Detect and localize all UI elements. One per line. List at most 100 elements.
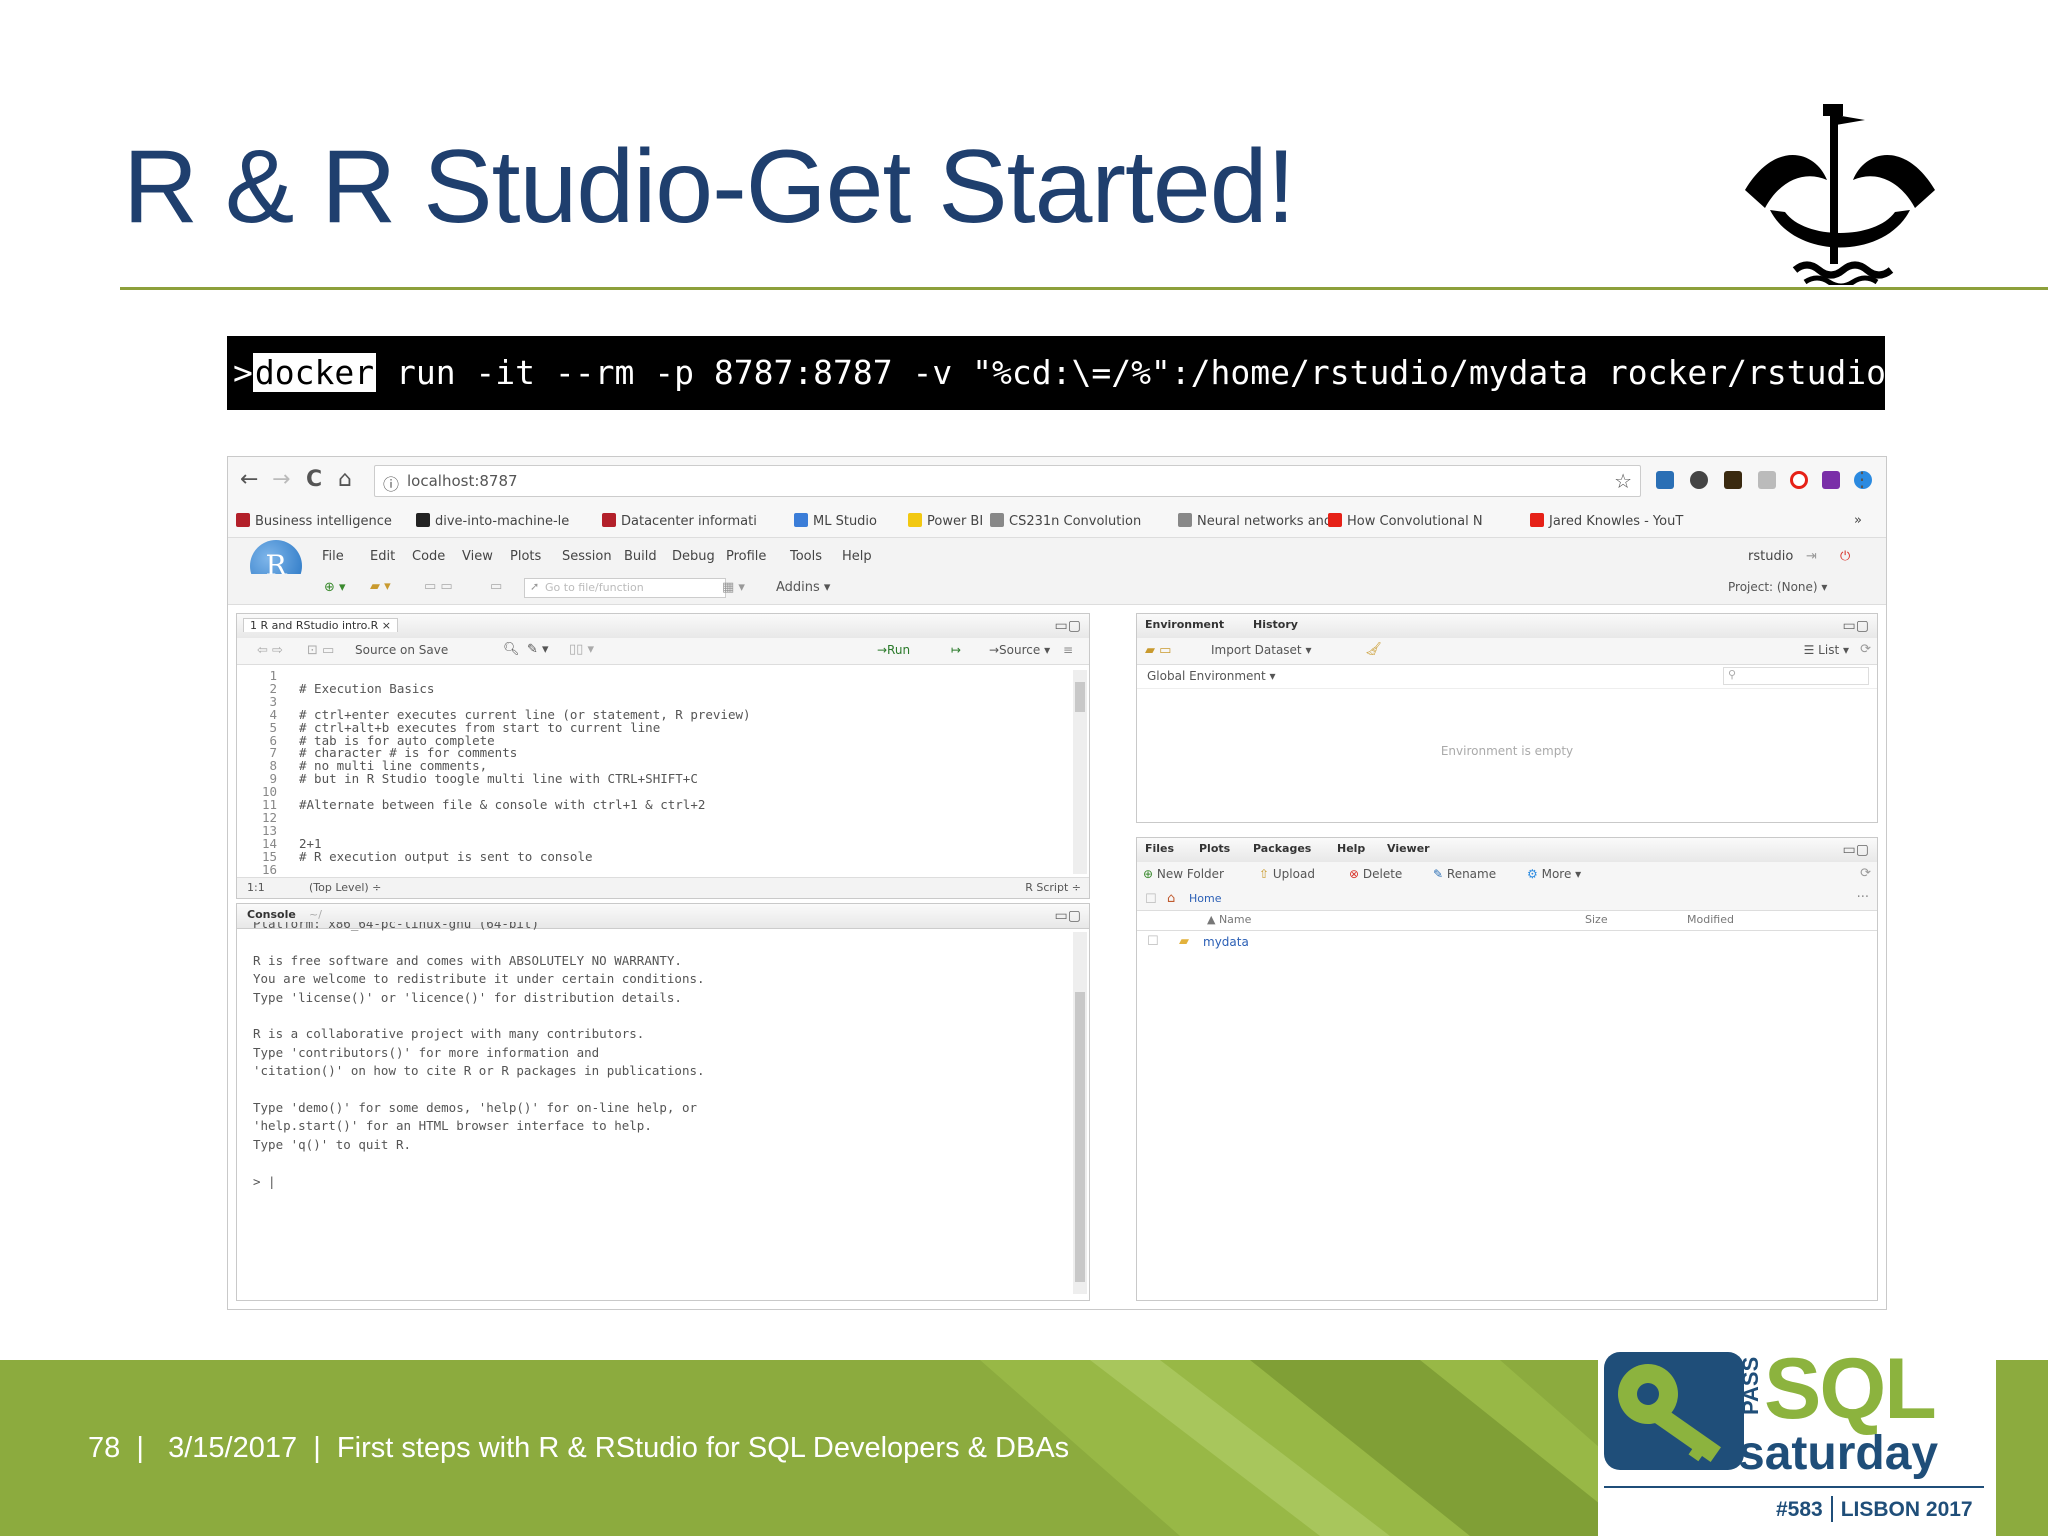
menu-item-plots[interactable]: Plots	[510, 549, 541, 564]
rename-button[interactable]: ✎ Rename	[1433, 867, 1496, 881]
browser-menu-icon[interactable]: ⋮	[1852, 467, 1872, 491]
bookmark-item[interactable]: How Convolutional N	[1328, 513, 1483, 529]
bookmark-star-icon[interactable]: ☆	[1614, 469, 1632, 493]
home-button[interactable]: ⌂	[338, 467, 352, 492]
bookmark-item[interactable]: Power BI	[908, 513, 983, 529]
document-outline-icon[interactable]: ≡	[1063, 643, 1073, 657]
tab-viewer[interactable]: Viewer	[1387, 842, 1430, 855]
rerun-icon[interactable]: ↦	[951, 643, 961, 657]
upload-button[interactable]: ⇧ Upload	[1259, 867, 1315, 881]
tab-plots[interactable]: Plots	[1199, 842, 1230, 855]
signout-icon[interactable]: ⇥	[1806, 549, 1817, 564]
scope-indicator[interactable]: (Top Level) ÷	[309, 881, 381, 894]
home-icon[interactable]: ⌂	[1167, 891, 1175, 906]
menu-item-view[interactable]: View	[462, 549, 493, 564]
clear-workspace-icon[interactable]: 🧹︎	[1365, 642, 1382, 657]
editor-scrollbar[interactable]	[1073, 670, 1087, 874]
env-search-input[interactable]: ⚲	[1723, 667, 1869, 685]
tab-console[interactable]: Console	[247, 908, 296, 921]
tab-history[interactable]: History	[1253, 618, 1298, 631]
pane-minmax-icon[interactable]: ▭▢	[1055, 618, 1081, 634]
menu-item-code[interactable]: Code	[412, 549, 445, 564]
bookmark-item[interactable]: dive-into-machine-le	[416, 513, 569, 529]
refresh-icon[interactable]: ⟳	[1860, 866, 1871, 881]
menu-item-file[interactable]: File	[322, 549, 344, 564]
bookmark-item[interactable]: Business intelligence	[236, 513, 392, 529]
list-view-menu[interactable]: ☰ List ▾	[1804, 643, 1849, 657]
col-modified[interactable]: Modified	[1687, 913, 1734, 926]
import-dataset-menu[interactable]: Import Dataset ▾	[1211, 643, 1311, 657]
extension-icon[interactable]	[1724, 471, 1742, 489]
menu-item-edit[interactable]: Edit	[370, 549, 395, 564]
print-icon[interactable]: ▭	[490, 579, 502, 594]
source-on-save-checkbox[interactable]: Source on Save	[355, 643, 448, 657]
save-icon[interactable]: ▭ ▭	[424, 579, 453, 594]
file-name-link[interactable]: mydata	[1203, 935, 1249, 949]
addins-menu[interactable]: Addins ▾	[776, 580, 830, 595]
goto-file-input[interactable]: Go to file/function	[524, 578, 726, 598]
new-folder-button[interactable]: ⊕ New Folder	[1143, 867, 1224, 881]
tab-packages[interactable]: Packages	[1253, 842, 1311, 855]
global-env-menu[interactable]: Global Environment ▾	[1147, 669, 1276, 683]
source-button[interactable]: →Source ▾	[989, 643, 1050, 657]
code-tools-icon[interactable]: ✎ ▾	[527, 642, 549, 657]
new-file-icon[interactable]: ⊕ ▾	[324, 580, 346, 595]
bookmark-label: Neural networks and	[1197, 514, 1333, 529]
run-button[interactable]: →Run	[877, 643, 910, 657]
file-type-indicator[interactable]: R Script ÷	[1025, 881, 1081, 894]
quit-session-icon[interactable]: ⏻	[1840, 549, 1850, 564]
menu-item-build[interactable]: Build	[624, 549, 657, 564]
delete-button[interactable]: ⊗ Delete	[1349, 867, 1402, 881]
more-path-icon[interactable]: ···	[1857, 890, 1869, 905]
extension-icon[interactable]	[1886, 471, 1887, 489]
breadcrumb-home[interactable]: Home	[1189, 892, 1221, 905]
url-input[interactable]: ⓘ localhost:8787 ☆	[374, 465, 1641, 497]
pass-label: PASS	[1738, 1356, 1763, 1416]
bookmark-item[interactable]: CS231n Convolution	[990, 513, 1141, 529]
bookmark-item[interactable]: Neural networks and	[1178, 513, 1332, 529]
code-editor[interactable]: 1 2 # Execution Basics 3 4 # ctrl+enter execu…	[237, 666, 1067, 877]
load-workspace-icon[interactable]: ▰ ▭	[1145, 643, 1171, 658]
col-size[interactable]: Size	[1585, 913, 1608, 926]
refresh-icon[interactable]: ⟳	[1860, 642, 1871, 657]
extension-icon[interactable]	[1656, 471, 1674, 489]
opera-icon[interactable]	[1790, 471, 1808, 489]
project-menu[interactable]: Project: (None) ▾	[1728, 580, 1827, 594]
search-icon[interactable]: 🔍︎	[503, 642, 520, 657]
pane-minmax-icon[interactable]: ▭▢	[1843, 618, 1869, 634]
tab-environment[interactable]: Environment	[1145, 618, 1224, 631]
tab-help[interactable]: Help	[1337, 842, 1365, 855]
bookmark-item[interactable]: Jared Knowles - YouT	[1530, 513, 1683, 529]
menu-item-tools[interactable]: Tools	[790, 549, 822, 564]
open-project-icon[interactable]: ▰ ▾	[370, 579, 391, 594]
bookmark-item[interactable]: ML Studio	[794, 513, 877, 529]
forward-button[interactable]: →	[272, 467, 290, 492]
extension-icon[interactable]	[1758, 471, 1776, 489]
menu-item-help[interactable]: Help	[842, 549, 872, 564]
back-forward-icon[interactable]: ⇦ ⇨	[257, 643, 283, 658]
back-button[interactable]: ←	[240, 467, 258, 492]
pane-minmax-icon[interactable]: ▭▢	[1055, 908, 1081, 924]
reload-button[interactable]: C	[306, 467, 322, 492]
more-button[interactable]: ⚙ More ▾	[1527, 867, 1581, 881]
console-scrollbar[interactable]	[1073, 932, 1087, 1294]
show-in-window-icon[interactable]: ⊡ ▭	[307, 643, 334, 658]
pane-minmax-icon[interactable]: ▭▢	[1843, 842, 1869, 858]
menu-item-debug[interactable]: Debug	[672, 549, 715, 564]
workspace-panes-icon[interactable]: ▦ ▾	[722, 580, 745, 595]
source-pane: 1 R and RStudio intro.R × ▭▢ ⇦ ⇨ ⊡ ▭ Sou…	[236, 613, 1090, 899]
row-checkbox[interactable]: ☐	[1147, 934, 1159, 949]
bookmarks-more-icon[interactable]: »	[1854, 513, 1862, 528]
onenote-icon[interactable]	[1822, 471, 1840, 489]
menu-item-profile[interactable]: Profile	[726, 549, 766, 564]
compile-report-icon[interactable]: ▯▯ ▾	[569, 642, 594, 657]
tab-files[interactable]: Files	[1145, 842, 1174, 855]
menu-item-session[interactable]: Session	[562, 549, 612, 564]
bookmark-item[interactable]: Datacenter informati	[602, 513, 757, 529]
col-name[interactable]: ▲ Name	[1207, 913, 1251, 926]
gear-extension-icon[interactable]	[1690, 471, 1708, 489]
console-output[interactable]: Platform: x86_64-pc-linux-gnu (64-bit) R …	[253, 922, 1053, 1292]
table-row[interactable]: ☐ ▰ mydata	[1137, 932, 1877, 954]
select-all-checkbox[interactable]: ☐	[1145, 892, 1157, 907]
tab-source-file[interactable]: 1 R and RStudio intro.R ×	[243, 618, 399, 632]
